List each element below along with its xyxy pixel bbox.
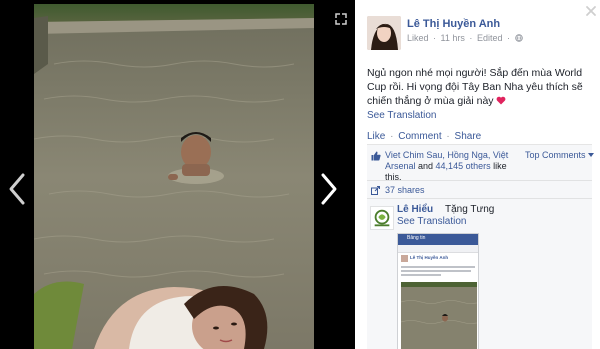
screenshot-app-label: Bảng tin	[407, 235, 426, 241]
expand-icon[interactable]	[334, 12, 348, 26]
likes-others-link[interactable]: 44,145 others	[436, 161, 491, 171]
likes-summary: Viet Chim Sau, Hồng Nga, Việt Arsenal an…	[367, 147, 595, 183]
previous-photo-button[interactable]	[6, 172, 28, 206]
share-icon	[371, 186, 380, 195]
screenshot-post-header: Lê Thị Huyền Anh	[401, 255, 477, 264]
top-comments-dropdown[interactable]: Top Comments	[525, 150, 595, 160]
post-meta: Liked · 11 hrs · Edited ·	[407, 33, 523, 43]
comment-see-translation-link[interactable]: See Translation	[397, 216, 467, 227]
commenter-avatar[interactable]	[370, 206, 394, 230]
meta-separator: ·	[469, 33, 473, 43]
screenshot-topbar: Bảng tin	[398, 234, 478, 245]
comment-text: Tặng Tưng	[445, 204, 495, 215]
post-timestamp[interactable]: 11 hrs	[441, 33, 465, 43]
post-header: Lê Thị Huyền Anh Liked · 11 hrs · Edited…	[367, 16, 592, 56]
meta-separator: ·	[506, 33, 510, 43]
post-photo-image	[34, 4, 314, 349]
shares-summary: 37 shares	[367, 183, 592, 199]
screenshot-post-author: Lê Thị Huyền Anh	[410, 255, 449, 260]
screenshot-post-text	[401, 266, 477, 278]
chevron-left-icon	[9, 173, 25, 205]
share-button[interactable]: Share	[455, 131, 482, 142]
screenshot-tabs	[398, 245, 478, 253]
edited-label[interactable]: Edited	[477, 33, 503, 43]
post-text-content: Ngủ ngon nhé mọi người! Sắp đến mùa Worl…	[367, 67, 583, 107]
photo-stage	[0, 0, 355, 349]
see-translation-link[interactable]: See Translation	[367, 110, 437, 121]
action-separator: ·	[446, 131, 450, 142]
next-photo-button[interactable]	[318, 172, 340, 206]
heart-icon	[497, 96, 506, 105]
author-avatar[interactable]	[367, 16, 401, 50]
post-details-panel: Lê Thị Huyền Anh Liked · 11 hrs · Edited…	[355, 0, 600, 349]
caret-down-icon	[588, 153, 595, 157]
post-actions: Like · Comment · Share	[367, 131, 481, 142]
comment-button[interactable]: Comment	[398, 131, 441, 142]
meta-separator: ·	[433, 33, 437, 43]
reactions-box: Viet Chim Sau, Hồng Nga, Việt Arsenal an…	[367, 144, 595, 349]
shares-count[interactable]: 37 shares	[385, 185, 425, 195]
likes-and: and	[415, 161, 436, 171]
author-name[interactable]: Lê Thị Huyền Anh	[407, 18, 500, 30]
likes-text: Viet Chim Sau, Hồng Nga, Việt Arsenal an…	[385, 150, 525, 183]
commenter-name[interactable]: Lê Hiểu	[397, 204, 433, 215]
chevron-right-icon	[321, 173, 337, 205]
like-thumb-icon	[371, 151, 381, 161]
comment-item: Lê Hiểu Tặng Tưng See Translation Bảng t…	[367, 203, 592, 349]
liked-status[interactable]: Liked	[407, 33, 429, 43]
post-text: Ngủ ngon nhé mọi người! Sắp đến mùa Worl…	[367, 66, 592, 108]
comment-attached-screenshot[interactable]: Bảng tin Lê Thị Huyền Anh	[397, 233, 479, 349]
like-button[interactable]: Like	[367, 131, 385, 142]
globe-icon[interactable]	[514, 34, 523, 42]
close-icon[interactable]	[584, 4, 598, 18]
post-photo[interactable]	[34, 4, 314, 349]
top-comments-label: Top Comments	[525, 150, 586, 160]
photo-viewer: Lê Thị Huyền Anh Liked · 11 hrs · Edited…	[0, 0, 600, 349]
screenshot-photo	[401, 282, 477, 349]
screenshot-avatar	[401, 255, 408, 262]
action-separator: ·	[390, 131, 394, 142]
